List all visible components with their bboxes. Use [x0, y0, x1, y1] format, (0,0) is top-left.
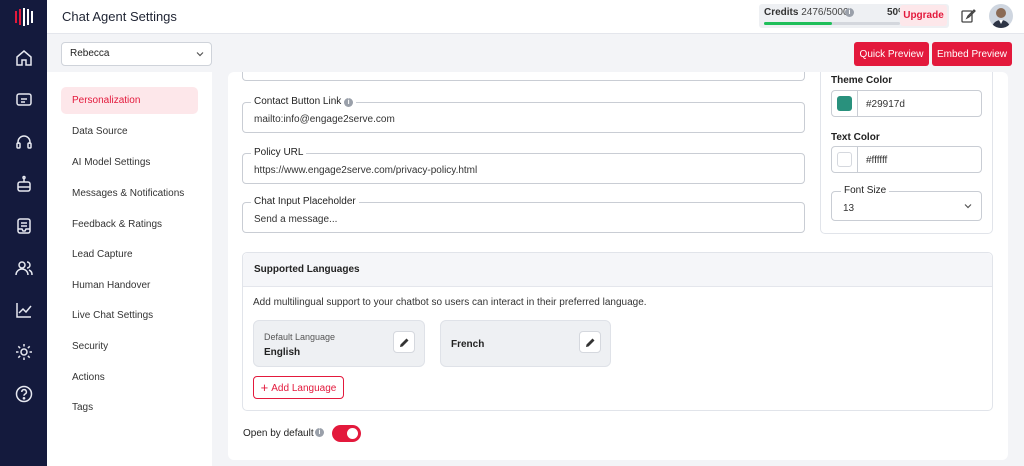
- sidebar-item-personalization[interactable]: Personalization: [61, 87, 198, 114]
- home-icon[interactable]: [14, 48, 34, 68]
- contact-button-link-label: Contact Button Link: [254, 96, 342, 107]
- sidebar-item-feedback-ratings[interactable]: Feedback & Ratings: [61, 211, 198, 238]
- chat-input-placeholder-label: Chat Input Placeholder: [251, 196, 359, 207]
- chevron-down-icon: [196, 52, 204, 57]
- theme-color-swatch: [837, 96, 852, 111]
- policy-url-value: https://www.engage2serve.com/privacy-pol…: [254, 165, 478, 176]
- language-name: French: [451, 339, 485, 350]
- contact-button-link-field[interactable]: Contact Button Link i mailto:info@engage…: [242, 96, 805, 133]
- edit-language-button[interactable]: [579, 331, 601, 353]
- font-size-label: Font Size: [841, 185, 890, 196]
- sidebar-item-human-handover[interactable]: Human Handover: [61, 272, 198, 299]
- previous-field-edge: [242, 72, 805, 81]
- font-size-value: 13: [843, 203, 855, 214]
- add-language-button[interactable]: + Add Language: [253, 376, 344, 399]
- top-bar: Chat Agent Settings Credits 2476/5000 i …: [47, 0, 1024, 34]
- text-color-input[interactable]: #ffffff: [857, 146, 982, 173]
- settings-sidebar: Personalization Data Source AI Model Set…: [47, 72, 212, 466]
- edit-icon[interactable]: [960, 8, 976, 24]
- sidebar-item-lead-capture[interactable]: Lead Capture: [61, 241, 198, 268]
- theme-color-picker[interactable]: [831, 90, 858, 117]
- embed-preview-button[interactable]: Embed Preview: [932, 42, 1012, 66]
- users-icon[interactable]: [14, 258, 34, 278]
- quick-preview-button[interactable]: Quick Preview: [854, 42, 929, 66]
- app-rail: [0, 0, 47, 466]
- sidebar-item-data-source[interactable]: Data Source: [61, 118, 198, 145]
- open-by-default-label: Open by default: [243, 428, 314, 439]
- default-language-caption: Default Language: [264, 332, 336, 342]
- text-color-label: Text Color: [831, 132, 880, 143]
- headset-icon[interactable]: [14, 132, 34, 152]
- chat-icon[interactable]: [14, 90, 34, 110]
- agent-select[interactable]: Rebecca: [61, 42, 212, 66]
- credits-label: Credits: [764, 7, 799, 18]
- sidebar-item-live-chat-settings[interactable]: Live Chat Settings: [61, 302, 198, 329]
- theme-color-input[interactable]: #29917d: [857, 90, 982, 117]
- contact-button-link-value: mailto:info@engage2serve.com: [254, 114, 395, 125]
- logo-icon: [15, 8, 33, 26]
- language-card-english: Default Language English: [253, 320, 425, 367]
- chevron-down-icon: [964, 204, 972, 209]
- pencil-icon: [586, 338, 595, 347]
- language-name: English: [264, 347, 301, 358]
- pencil-icon: [400, 338, 409, 347]
- info-icon[interactable]: i: [315, 428, 324, 437]
- analytics-icon[interactable]: [14, 300, 34, 320]
- inbox-icon[interactable]: [14, 216, 34, 236]
- credits-value: 2476/5000: [801, 7, 849, 18]
- chat-input-placeholder-value: Send a message...: [254, 214, 338, 225]
- page-title: Chat Agent Settings: [62, 9, 177, 24]
- info-icon[interactable]: i: [845, 8, 854, 17]
- upgrade-button[interactable]: Upgrade: [900, 5, 947, 26]
- settings-icon[interactable]: [14, 342, 34, 362]
- bot-icon[interactable]: [14, 174, 34, 194]
- theme-color-label: Theme Color: [831, 75, 893, 86]
- sidebar-item-tags[interactable]: Tags: [61, 394, 198, 421]
- sidebar-item-security[interactable]: Security: [61, 333, 198, 360]
- agent-select-value: Rebecca: [70, 48, 110, 59]
- edit-language-button[interactable]: [393, 331, 415, 353]
- plus-icon: +: [260, 380, 269, 395]
- chat-input-placeholder-field[interactable]: Chat Input Placeholder Send a message...: [242, 196, 805, 233]
- text-color-swatch: [837, 152, 852, 167]
- toggle-knob: [347, 428, 358, 439]
- language-card-french: French: [440, 320, 611, 367]
- policy-url-field[interactable]: Policy URL https://www.engage2serve.com/…: [242, 147, 805, 184]
- help-icon[interactable]: [14, 384, 34, 404]
- section-description: Add multilingual support to your chatbot…: [253, 297, 647, 308]
- credits-progress-fill: [764, 22, 832, 25]
- credits-progress-bar: [764, 22, 900, 25]
- info-icon[interactable]: i: [344, 98, 354, 107]
- sidebar-item-actions[interactable]: Actions: [61, 364, 198, 391]
- open-by-default-toggle[interactable]: [332, 425, 361, 442]
- text-color-picker[interactable]: [831, 146, 858, 173]
- avatar[interactable]: [989, 4, 1013, 28]
- sidebar-item-ai-model-settings[interactable]: AI Model Settings: [61, 149, 198, 176]
- font-size-select[interactable]: Font Size 13: [831, 185, 982, 221]
- section-title: Supported Languages: [254, 264, 360, 275]
- sidebar-item-messages-notifications[interactable]: Messages & Notifications: [61, 180, 198, 207]
- policy-url-label: Policy URL: [251, 147, 307, 158]
